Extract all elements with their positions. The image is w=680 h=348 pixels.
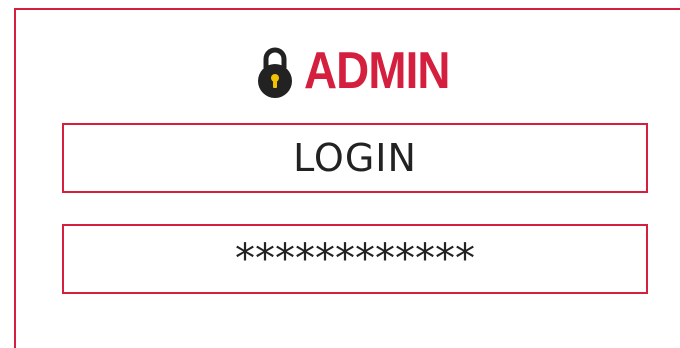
login-input[interactable]: LOGIN — [62, 123, 648, 193]
password-input[interactable]: ************ — [62, 224, 648, 294]
admin-header: ADMIN — [0, 42, 680, 100]
lock-icon — [257, 47, 292, 98]
page-title: ADMIN — [303, 42, 450, 100]
